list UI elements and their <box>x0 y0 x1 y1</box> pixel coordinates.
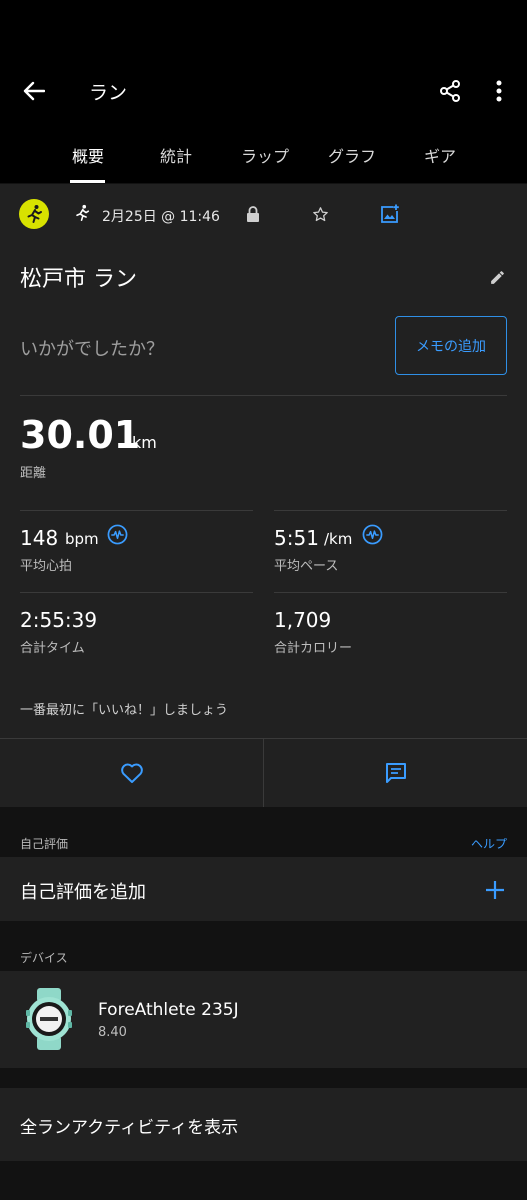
pace-zone-icon <box>362 524 382 544</box>
all-activities-label: 全ランアクティビティを表示 <box>20 1118 239 1138</box>
heart-rate-zone-icon <box>107 524 127 544</box>
tab-graphs[interactable]: グラフ <box>325 143 379 167</box>
comment-icon <box>385 763 406 783</box>
more-menu-button[interactable] <box>486 76 512 106</box>
tab-overview[interactable]: 概要 <box>70 143 106 167</box>
pace-value: 5:51 <box>274 526 319 550</box>
device-version: 8.40 <box>98 1025 127 1040</box>
device-name: ForeAthlete 235J <box>98 1000 239 1020</box>
activity-type-icon <box>19 199 49 229</box>
share-button[interactable] <box>434 76 466 106</box>
first-like-prompt: 一番最初に「いいね！」しましょう <box>20 703 229 718</box>
add-memo-button[interactable]: メモの追加 <box>395 316 507 375</box>
lock-icon <box>247 205 259 222</box>
distance-value: 30.01 <box>20 413 141 457</box>
back-button[interactable] <box>18 76 50 106</box>
edit-title-button[interactable] <box>486 266 508 288</box>
privacy-button[interactable] <box>242 203 264 225</box>
pace-unit: /km <box>324 530 353 548</box>
heart-icon <box>120 763 143 783</box>
pace-zone-button[interactable] <box>361 523 383 545</box>
how-was-it-prompt: いかがでしたか？ <box>20 339 164 360</box>
run-type-icon <box>76 204 90 222</box>
devices-section-label: デバイス <box>20 951 68 965</box>
favorite-button[interactable] <box>309 203 331 225</box>
heart-rate-value: 148 <box>20 526 59 550</box>
star-icon <box>312 206 328 221</box>
total-time-label: 合計タイム <box>20 641 85 656</box>
divider <box>20 592 253 593</box>
self-eval-section-label: 自己評価 <box>20 837 69 851</box>
tab-bar: 概要 統計 ラップ グラフ ギア <box>0 130 527 183</box>
activity-title: 松戸市 ラン <box>20 267 137 292</box>
divider <box>20 395 507 396</box>
pace-label: 平均ペース <box>274 559 339 574</box>
page-title: ラン <box>89 82 128 104</box>
distance-label: 距離 <box>20 466 47 481</box>
add-photo-icon <box>381 204 399 223</box>
heart-rate-unit: bpm <box>65 530 99 548</box>
divider <box>274 592 507 593</box>
heart-rate-zone-button[interactable] <box>106 523 128 545</box>
total-time-value: 2:55:39 <box>20 608 98 632</box>
pencil-icon <box>490 270 504 284</box>
tab-laps[interactable]: ラップ <box>238 143 292 167</box>
add-self-eval-label: 自己評価を追加 <box>20 882 146 903</box>
tab-gear[interactable]: ギア <box>422 143 458 167</box>
watch-icon <box>24 988 74 1050</box>
distance-unit: km <box>132 433 157 452</box>
arrow-left-icon <box>23 81 45 101</box>
divider <box>20 510 253 511</box>
share-icon <box>440 80 460 102</box>
active-tab-indicator <box>70 180 105 183</box>
device-row[interactable] <box>0 971 527 1068</box>
calories-label: 合計カロリー <box>274 641 353 656</box>
tab-stats[interactable]: 統計 <box>158 143 194 167</box>
add-photo-button[interactable] <box>378 202 402 226</box>
comment-button[interactable] <box>264 739 527 807</box>
like-button[interactable] <box>0 739 263 807</box>
help-link[interactable]: ヘルプ <box>471 835 507 852</box>
runner-icon <box>27 205 42 223</box>
divider <box>274 510 507 511</box>
calories-value: 1,709 <box>274 608 332 632</box>
activity-date: 2月25日 @ 11:46 <box>102 209 220 225</box>
more-vert-icon <box>496 80 502 102</box>
add-self-eval-button[interactable] <box>482 877 508 903</box>
heart-rate-label: 平均心拍 <box>20 559 73 574</box>
plus-icon <box>486 881 504 899</box>
